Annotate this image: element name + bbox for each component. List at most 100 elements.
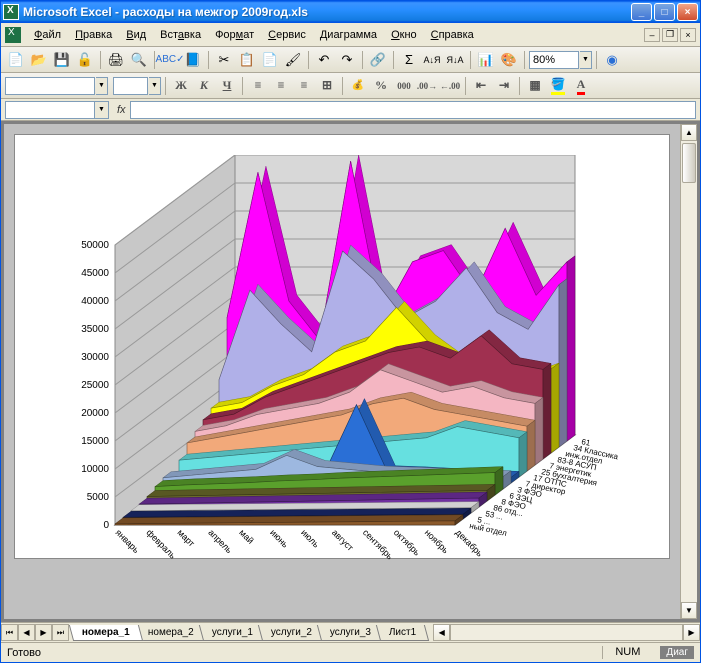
zoom-dropdown[interactable]: ▼	[580, 51, 592, 69]
new-button[interactable]: 📄	[5, 49, 27, 71]
sheet-tab-номера_1[interactable]: номера_1	[69, 625, 143, 641]
svg-text:15000: 15000	[81, 436, 109, 447]
menu-file[interactable]: ФФайлайл	[27, 26, 68, 44]
sheet-tab-услуги_1[interactable]: услуги_1	[198, 625, 265, 641]
close-button[interactable]: ×	[677, 3, 698, 21]
sheet-tab-услуги_2[interactable]: услуги_2	[258, 625, 325, 641]
svg-text:сентябрь: сентябрь	[361, 527, 395, 561]
percent-button[interactable]: %	[370, 75, 392, 97]
svg-text:ноябрь: ноябрь	[423, 527, 451, 555]
permissions-button[interactable]: 🔓	[74, 49, 96, 71]
chart-wizard-button[interactable]: 📊	[475, 49, 497, 71]
tab-first-button[interactable]: ⏮	[1, 624, 18, 641]
sheet-tab-Лист1[interactable]: Лист1	[376, 625, 430, 641]
cut-button[interactable]: ✂	[213, 49, 235, 71]
menu-insert[interactable]: Вставка	[153, 26, 208, 44]
align-right-button[interactable]: ≡	[293, 75, 315, 97]
tab-last-button[interactable]: ⏭	[52, 624, 69, 641]
increase-indent-button[interactable]: ⇥	[493, 75, 515, 97]
workspace: 0500010000150002000025000300003500040000…	[1, 121, 700, 622]
status-diag: Диаг	[660, 646, 694, 659]
scroll-down-button[interactable]: ▼	[681, 602, 697, 619]
menu-edit[interactable]: Правка	[68, 26, 119, 44]
decrease-indent-button[interactable]: ⇤	[470, 75, 492, 97]
save-button[interactable]: 💾	[51, 49, 73, 71]
scroll-up-button[interactable]: ▲	[681, 124, 697, 141]
name-box[interactable]	[5, 101, 95, 119]
sort-desc-button[interactable]: Я↓А	[444, 49, 466, 71]
hscroll-track[interactable]	[450, 624, 683, 641]
tab-next-button[interactable]: ▶	[35, 624, 52, 641]
research-button[interactable]: 📘	[182, 49, 204, 71]
spellcheck-button[interactable]: ABC✓	[159, 49, 181, 71]
horizontal-scrollbar[interactable]: ◀ ▶	[433, 624, 700, 641]
align-center-button[interactable]: ≡	[270, 75, 292, 97]
vertical-scrollbar[interactable]: ▲ ▼	[680, 124, 697, 619]
mdi-restore-button[interactable]: ❐	[662, 28, 678, 42]
underline-button[interactable]: Ч	[216, 75, 238, 97]
zoom-input[interactable]: 80%	[529, 51, 579, 69]
scroll-thumb[interactable]	[682, 143, 696, 183]
svg-text:май: май	[237, 527, 256, 546]
menu-tools[interactable]: Сервис	[261, 26, 313, 44]
undo-button[interactable]: ↶	[313, 49, 335, 71]
chart-3d-svg: 0500010000150002000025000300003500040000…	[65, 155, 625, 595]
scroll-track[interactable]	[681, 141, 697, 602]
font-size-dropdown[interactable]: ▼	[149, 77, 161, 95]
font-size-input[interactable]	[113, 77, 148, 95]
menu-help[interactable]: Справка	[424, 26, 481, 44]
hyperlink-button[interactable]: 🔗	[367, 49, 389, 71]
fx-icon[interactable]: fx	[117, 104, 126, 116]
excel-doc-icon[interactable]	[5, 27, 21, 43]
scroll-right-button[interactable]: ▶	[683, 624, 700, 641]
font-name-dropdown[interactable]: ▼	[96, 77, 108, 95]
menu-view[interactable]: Вид	[119, 26, 153, 44]
sheet-tab-услуги_3[interactable]: услуги_3	[317, 625, 384, 641]
svg-text:10000: 10000	[81, 464, 109, 475]
open-button[interactable]: 📂	[28, 49, 50, 71]
name-box-dropdown[interactable]: ▼	[95, 101, 109, 119]
maximize-button[interactable]: □	[654, 3, 675, 21]
formula-input[interactable]	[130, 101, 696, 119]
decrease-decimal-button[interactable]: ←.00	[439, 75, 461, 97]
mdi-close-button[interactable]: ×	[680, 28, 696, 42]
paste-button[interactable]: 📄	[259, 49, 281, 71]
sort-asc-button[interactable]: А↓Я	[421, 49, 443, 71]
svg-text:20000: 20000	[81, 408, 109, 419]
minimize-button[interactable]: _	[631, 3, 652, 21]
font-name-input[interactable]	[5, 77, 95, 95]
mdi-minimize-button[interactable]: –	[644, 28, 660, 42]
menubar: ФФайлайл Правка Вид Вставка Формат Серви…	[1, 23, 700, 47]
window-title: Microsoft Excel - расходы на межгор 2009…	[23, 5, 631, 19]
chart-plot-area: 0500010000150002000025000300003500040000…	[14, 134, 670, 559]
tab-prev-button[interactable]: ◀	[18, 624, 35, 641]
print-preview-button[interactable]: 🔍	[128, 49, 150, 71]
copy-button[interactable]: 📋	[236, 49, 258, 71]
scroll-left-button[interactable]: ◀	[433, 624, 450, 641]
status-num: NUM	[602, 646, 652, 659]
italic-button[interactable]: К	[193, 75, 215, 97]
fill-color-button[interactable]: 🪣	[547, 75, 569, 97]
print-button[interactable]: 🖨	[105, 49, 127, 71]
svg-text:январь: январь	[114, 527, 142, 555]
currency-button[interactable]: 💰	[347, 75, 369, 97]
menu-format[interactable]: Формат	[208, 26, 261, 44]
menu-chart[interactable]: Диаграмма	[313, 26, 384, 44]
menu-window[interactable]: Окно	[384, 26, 424, 44]
chart-sheet[interactable]: 0500010000150002000025000300003500040000…	[4, 124, 680, 619]
drawing-button[interactable]: 🎨	[498, 49, 520, 71]
autosum-button[interactable]: Σ	[398, 49, 420, 71]
increase-decimal-button[interactable]: .00→	[416, 75, 438, 97]
chart-background: 0500010000150002000025000300003500040000…	[4, 124, 680, 619]
borders-button[interactable]: ▦	[524, 75, 546, 97]
align-left-button[interactable]: ≡	[247, 75, 269, 97]
format-painter-button[interactable]: 🖌	[282, 49, 304, 71]
sheet-tab-номера_2[interactable]: номера_2	[135, 625, 207, 641]
merge-center-button[interactable]: ⊞	[316, 75, 338, 97]
bold-button[interactable]: Ж	[170, 75, 192, 97]
redo-button[interactable]: ↷	[336, 49, 358, 71]
font-color-button[interactable]: A	[570, 75, 592, 97]
svg-text:июль: июль	[299, 527, 322, 550]
comma-button[interactable]: 000	[393, 75, 415, 97]
help-button[interactable]: ◉	[601, 49, 623, 71]
